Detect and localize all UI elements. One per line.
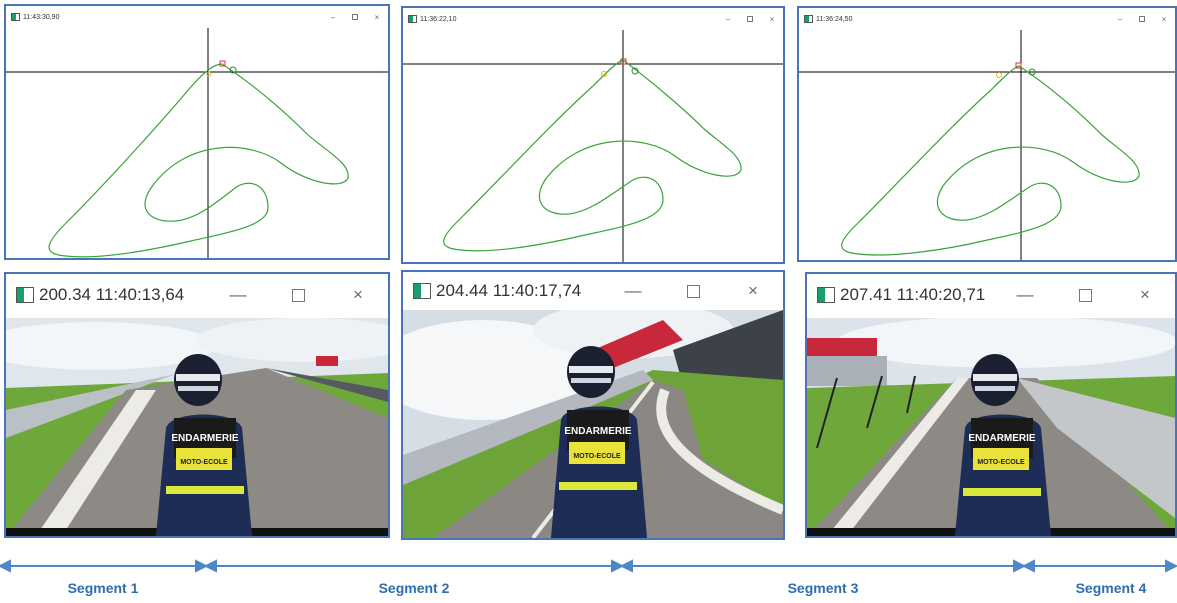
previous-position-marker bbox=[996, 72, 1002, 78]
segment-3-arrow-left-head bbox=[619, 559, 633, 573]
track-outline bbox=[841, 65, 1140, 256]
title-bar: 200.34 11:40:13,64 — × bbox=[6, 274, 388, 316]
track-outline bbox=[443, 59, 742, 252]
minimize-icon[interactable]: — bbox=[603, 281, 663, 301]
title-bar: 11:36:24,50 – × bbox=[799, 8, 1175, 30]
maximize-icon[interactable] bbox=[739, 16, 761, 22]
segment-1-arrow-left-head bbox=[0, 559, 11, 573]
title-bar: 204.44 11:40:17,74 — × bbox=[403, 272, 783, 310]
badge-label: MOTO-ECOLE bbox=[180, 459, 228, 466]
vest-label: ENDARMERIE bbox=[564, 426, 632, 437]
minimize-icon[interactable]: – bbox=[1109, 15, 1131, 24]
segment-timeline bbox=[0, 559, 1177, 573]
video-frame: ENDARMERIE MOTO-ECOLE bbox=[6, 318, 388, 536]
track-outline bbox=[48, 63, 349, 258]
window-title: 204.44 11:40:17,74 bbox=[436, 281, 582, 300]
title-bar: 207.41 11:40:20,71 — × bbox=[807, 274, 1175, 316]
close-icon[interactable]: × bbox=[328, 285, 388, 305]
onboard-camera-view: ENDARMERIE MOTO-ECOLE bbox=[807, 318, 1175, 536]
track-window-2: 11:36:22,10 – × bbox=[401, 6, 785, 264]
minimize-icon[interactable]: — bbox=[208, 285, 268, 305]
window-title: 200.34 11:40:13,64 bbox=[39, 285, 185, 304]
window-app-icon bbox=[413, 283, 431, 299]
maximize-icon[interactable] bbox=[268, 288, 328, 302]
onboard-camera-view: ENDARMERIE MOTO-ECOLE bbox=[6, 318, 388, 536]
window-app-icon bbox=[11, 13, 20, 21]
maximize-icon[interactable] bbox=[1055, 288, 1115, 302]
minimize-icon[interactable]: — bbox=[995, 285, 1055, 305]
vest-label: ENDARMERIE bbox=[171, 433, 239, 444]
video-window-3: 207.41 11:40:20,71 — × ENDARMERIE MOTO-E… bbox=[805, 272, 1177, 538]
badge-label: MOTO-ECOLE bbox=[977, 459, 1025, 466]
window-title: 11:36:24,50 bbox=[816, 15, 853, 23]
track-window-1: 11:43:30,90 – × bbox=[4, 4, 390, 260]
track-window-3: 11:36:24,50 – × bbox=[797, 6, 1177, 262]
segment-4-arrow-left-head bbox=[1021, 559, 1035, 573]
window-app-icon bbox=[817, 287, 835, 303]
window-app-icon bbox=[408, 15, 417, 23]
title-bar: 11:43:30,90 – × bbox=[6, 6, 388, 28]
window-app-icon bbox=[804, 15, 813, 23]
video-window-2: 204.44 11:40:17,74 — × ENDARMERIE MOTO-E… bbox=[401, 270, 785, 540]
window-title: 11:43:30,90 bbox=[23, 13, 60, 21]
segment-3-label: Segment 3 bbox=[787, 580, 859, 596]
video-frame: ENDARMERIE MOTO-ECOLE bbox=[403, 310, 783, 538]
segment-4-label: Segment 4 bbox=[1075, 580, 1147, 596]
close-icon[interactable]: × bbox=[761, 15, 783, 24]
close-icon[interactable]: × bbox=[723, 281, 783, 301]
window-app-icon bbox=[16, 287, 34, 303]
window-title: 207.41 11:40:20,71 bbox=[840, 285, 986, 304]
maximize-icon[interactable] bbox=[1131, 16, 1153, 22]
minimize-icon[interactable]: – bbox=[322, 13, 344, 22]
vest-label: ENDARMERIE bbox=[968, 433, 1036, 444]
track-map bbox=[6, 28, 388, 258]
minimize-icon[interactable]: – bbox=[717, 15, 739, 24]
close-icon[interactable]: × bbox=[366, 13, 388, 22]
track-map bbox=[403, 30, 783, 262]
maximize-icon[interactable] bbox=[344, 14, 366, 20]
badge-label: MOTO-ECOLE bbox=[573, 453, 621, 460]
close-icon[interactable]: × bbox=[1115, 285, 1175, 305]
maximize-icon[interactable] bbox=[663, 284, 723, 298]
segment-2-arrow-left-head bbox=[203, 559, 217, 573]
title-bar: 11:36:22,10 – × bbox=[403, 8, 783, 30]
track-map bbox=[799, 30, 1175, 260]
segment-4-arrow-right-head bbox=[1165, 559, 1177, 573]
onboard-camera-view: ENDARMERIE MOTO-ECOLE bbox=[403, 310, 783, 538]
close-icon[interactable]: × bbox=[1153, 15, 1175, 24]
video-window-1: 200.34 11:40:13,64 — × ENDARMERIE MOTO-E… bbox=[4, 272, 390, 538]
segment-2-label: Segment 2 bbox=[378, 580, 450, 596]
window-title: 11:36:22,10 bbox=[420, 15, 457, 23]
video-frame: ENDARMERIE MOTO-ECOLE bbox=[807, 318, 1175, 536]
segment-1-label: Segment 1 bbox=[67, 580, 139, 596]
